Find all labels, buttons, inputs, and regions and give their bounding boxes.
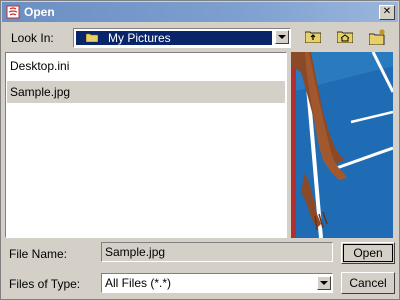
file-name-value: Sample.jpg (105, 245, 166, 259)
files-of-type-value: All Files (*.*) (105, 276, 172, 290)
file-list-item[interactable]: Desktop.ini (7, 55, 285, 77)
cancel-button[interactable]: Cancel (341, 272, 395, 294)
files-of-type-label: Files of Type: (9, 277, 81, 291)
files-of-type-combobox[interactable]: All Files (*.*) (101, 273, 333, 293)
file-name: Desktop.ini (10, 59, 70, 73)
file-name-field[interactable]: Sample.jpg (101, 242, 333, 262)
open-button[interactable]: Open (341, 242, 395, 264)
folder-icon (86, 33, 98, 42)
window-title: Open (24, 5, 55, 19)
file-list-item[interactable]: Sample.jpg (7, 81, 285, 103)
up-one-level-icon (305, 31, 321, 43)
preview-image (291, 52, 393, 238)
look-in-combobox[interactable]: My Pictures (73, 28, 291, 48)
look-in-selection: My Pictures (76, 31, 272, 45)
look-in-value: My Pictures (108, 31, 171, 45)
new-folder-button[interactable] (367, 27, 387, 47)
look-in-dropdown-button[interactable] (275, 30, 289, 44)
java-app-icon (6, 5, 20, 19)
files-of-type-dropdown-button[interactable] (317, 276, 331, 290)
chevron-down-icon (278, 35, 286, 39)
close-icon: ✕ (382, 6, 392, 17)
home-folder-icon (337, 31, 353, 43)
file-name-label: File Name: (9, 247, 68, 261)
look-in-label: Look In: (11, 31, 54, 45)
title-bar[interactable]: Open ✕ (2, 2, 398, 22)
file-list[interactable]: Desktop.ini Sample.jpg (5, 52, 287, 238)
close-button[interactable]: ✕ (379, 5, 395, 20)
new-folder-icon (369, 29, 385, 45)
home-folder-button[interactable] (335, 27, 355, 47)
image-preview (291, 52, 393, 238)
open-dialog: Open ✕ Look In: My Pictures Desktop.ini … (0, 0, 400, 300)
file-name: Sample.jpg (10, 85, 71, 99)
chevron-down-icon (320, 281, 328, 285)
up-one-level-button[interactable] (303, 27, 323, 47)
